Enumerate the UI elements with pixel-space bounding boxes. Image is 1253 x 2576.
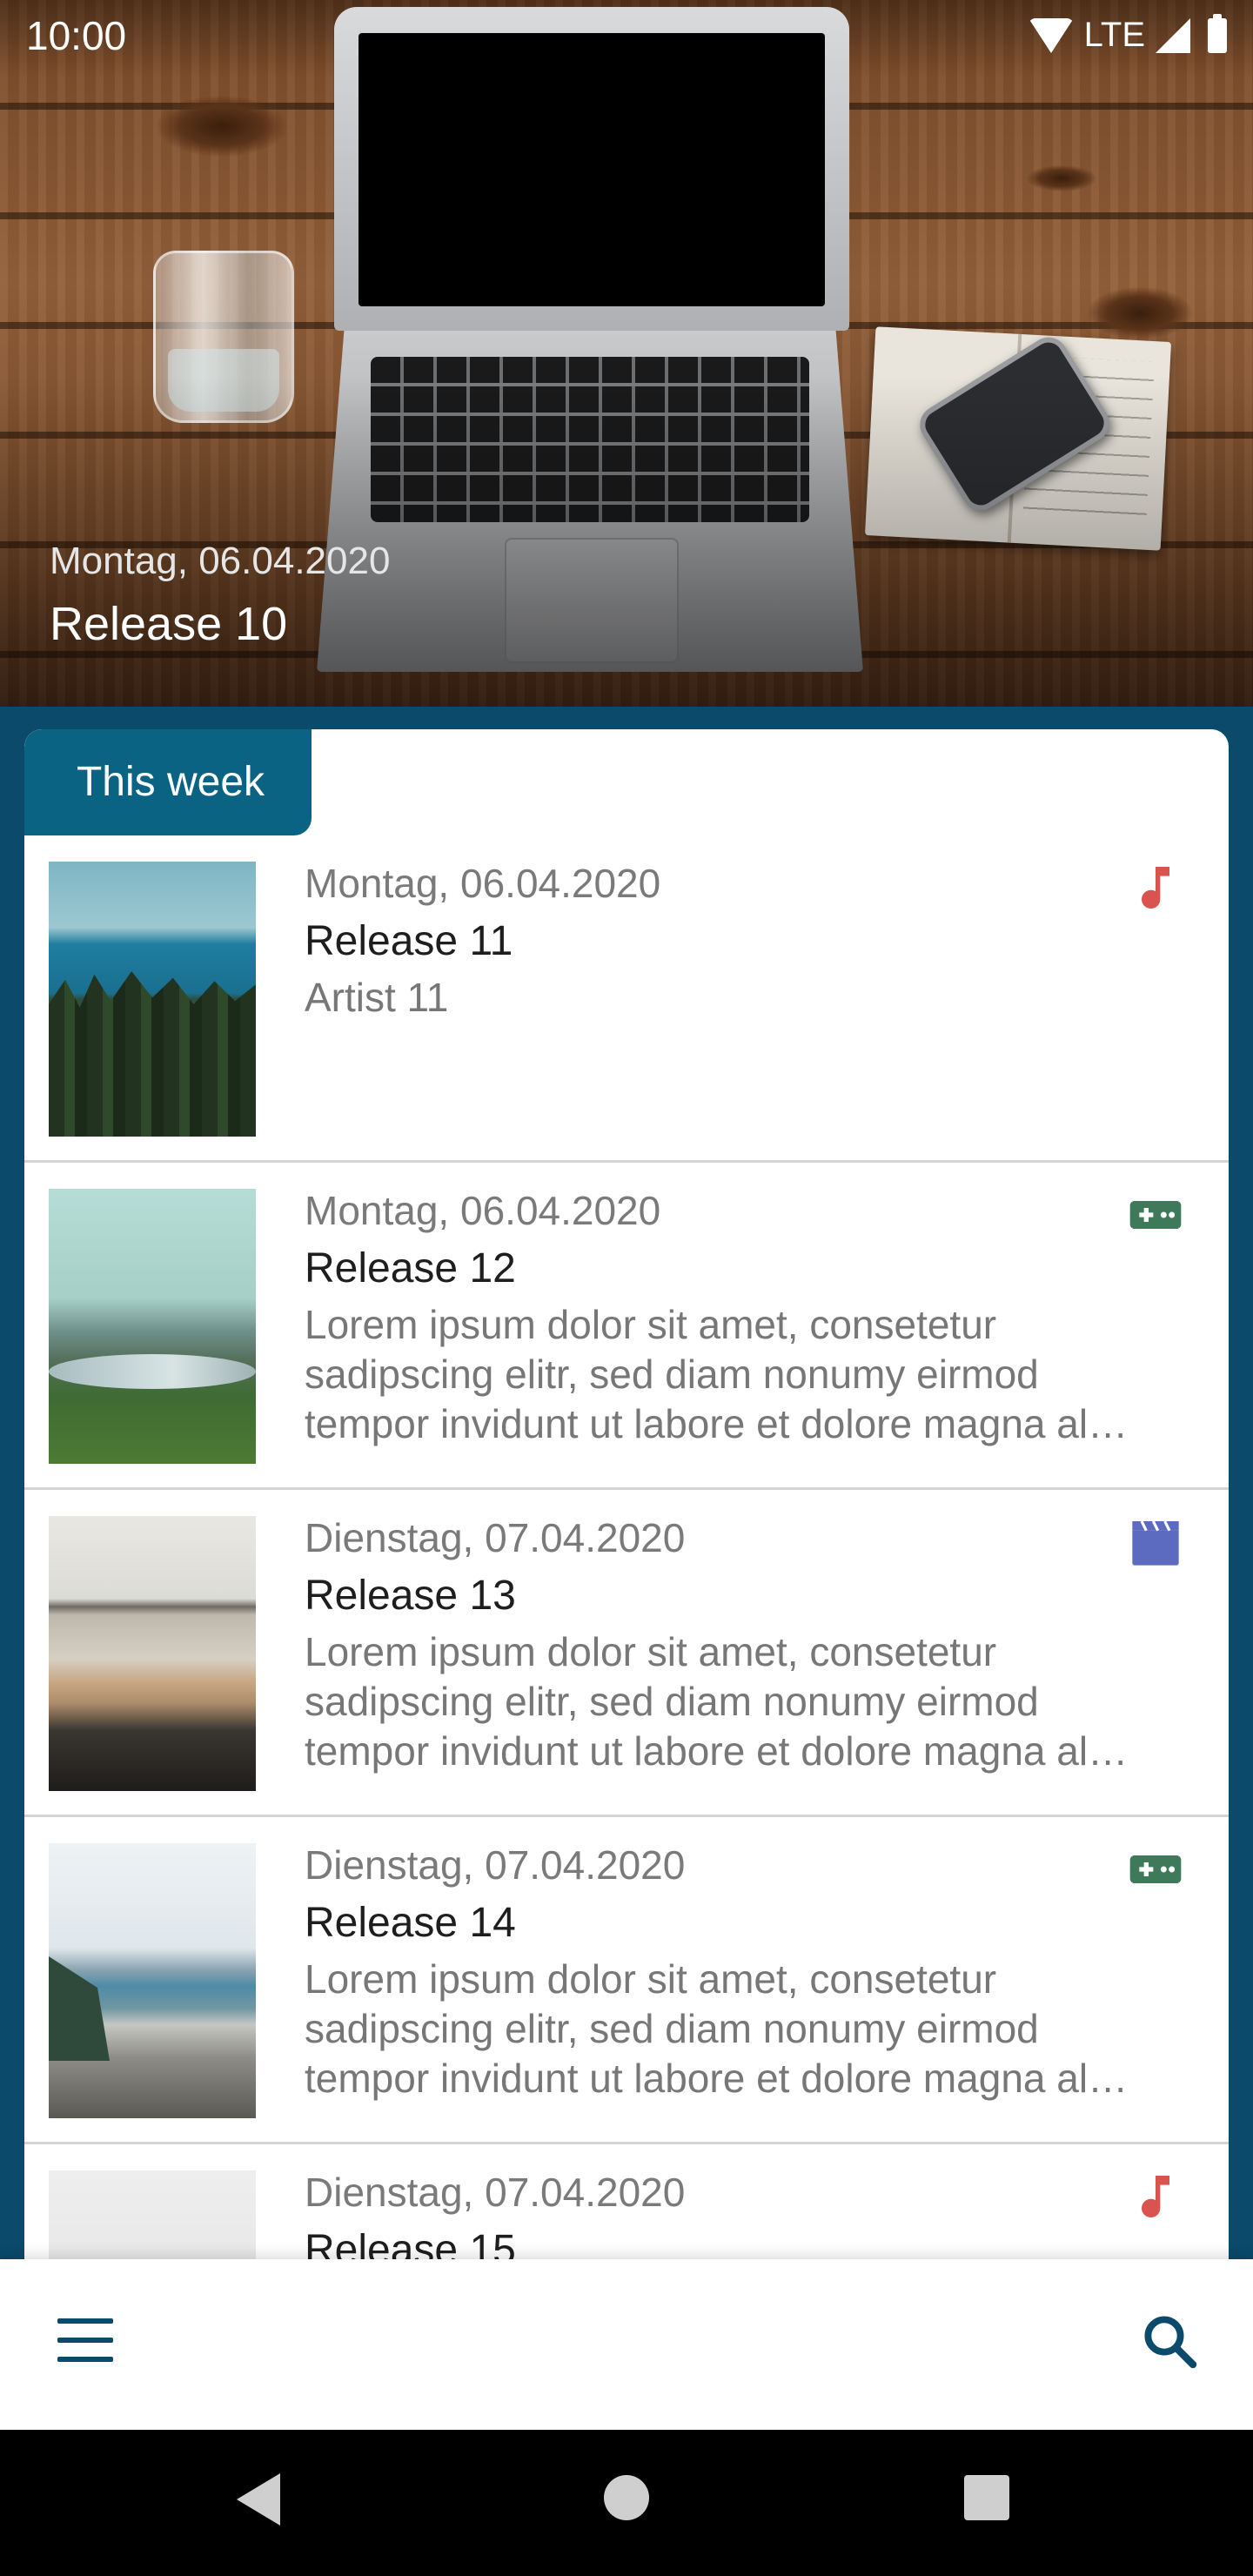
search-icon[interactable] [1138, 2310, 1201, 2372]
release-title: Release 15 [305, 2227, 516, 2261]
release-artist: Artist 11 [305, 975, 449, 1020]
status-bar: 10:00 LTE [0, 0, 1253, 73]
release-item[interactable]: Dienstag, 07.04.2020 Release 14 Lorem ip… [24, 1817, 1229, 2144]
release-title: Release 11 [305, 918, 513, 964]
release-thumbnail [49, 862, 256, 1137]
bottom-app-bar [0, 2259, 1253, 2430]
signal-icon [1156, 17, 1190, 53]
hero-banner[interactable]: Montag, 06.04.2020 Release 10 [0, 0, 1253, 707]
hero-date: Montag, 06.04.2020 [50, 540, 391, 582]
gamepad-icon [1129, 1201, 1182, 1229]
home-icon[interactable] [604, 2475, 649, 2520]
clapperboard-icon [1132, 1520, 1179, 1566]
status-time: 10:00 [26, 13, 127, 58]
gamepad-icon [1129, 1855, 1182, 1883]
music-note-icon [1142, 867, 1169, 909]
wifi-icon [1028, 17, 1074, 53]
back-icon[interactable] [237, 2473, 280, 2526]
network-type: LTE [1083, 16, 1145, 54]
release-date: Dienstag, 07.04.2020 [305, 1842, 686, 1888]
release-title: Release 13 [305, 1573, 516, 1619]
release-thumbnail [49, 1516, 256, 1791]
release-thumbnail [49, 2170, 256, 2261]
release-thumbnail [49, 1189, 256, 1464]
release-description: Lorem ipsum dolor sit amet, consetetur s… [305, 1956, 1129, 2101]
release-description: Lorem ipsum dolor sit amet, consetetur s… [305, 1629, 1129, 1774]
release-title: Release 12 [305, 1245, 516, 1291]
release-thumbnail [49, 1843, 256, 2118]
recent-apps-icon[interactable] [964, 2475, 1009, 2520]
section-tab[interactable]: This week [24, 729, 312, 835]
release-date: Montag, 06.04.2020 [305, 1188, 661, 1233]
hero-title: Release 10 [50, 598, 288, 650]
release-date: Montag, 06.04.2020 [305, 861, 661, 906]
battery-icon [1208, 13, 1227, 53]
release-item[interactable]: Dienstag, 07.04.2020 Release 15 [24, 2144, 1229, 2261]
system-navigation-bar [0, 2430, 1253, 2576]
release-item[interactable]: Montag, 06.04.2020 Release 11 Artist 11 [24, 835, 1229, 1163]
release-description: Lorem ipsum dolor sit amet, consetetur s… [305, 1302, 1129, 1446]
hamburger-menu-icon[interactable] [57, 2318, 113, 2362]
release-item[interactable]: Montag, 06.04.2020 Release 12 Lorem ipsu… [24, 1163, 1229, 1490]
release-date: Dienstag, 07.04.2020 [305, 2170, 686, 2215]
music-note-icon [1142, 2176, 1169, 2218]
release-title: Release 14 [305, 1900, 516, 1946]
release-item[interactable]: Dienstag, 07.04.2020 Release 13 Lorem ip… [24, 1490, 1229, 1817]
release-list-card: This week Montag, 06.04.2020 Release 11 … [24, 729, 1229, 2261]
release-date: Dienstag, 07.04.2020 [305, 1515, 686, 1560]
